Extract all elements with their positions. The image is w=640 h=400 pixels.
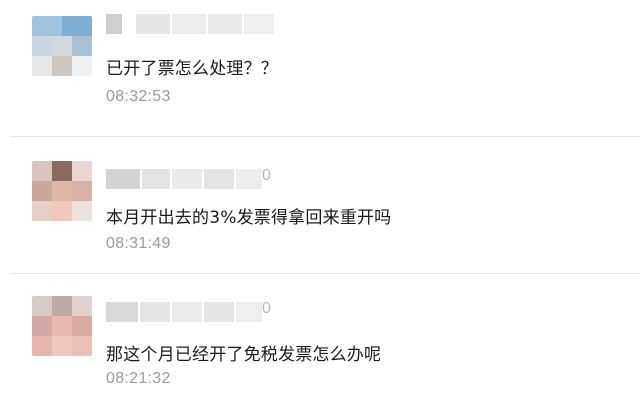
username-redacted [106, 14, 276, 34]
avatar[interactable] [32, 16, 92, 76]
comment-item: 已开了票怎么处理？？ 08:32:53 [0, 0, 640, 136]
username-redacted [106, 302, 276, 322]
comment-message: 那这个月已经开了免税发票怎么办呢 [106, 345, 382, 365]
comment-item: 0 那这个月已经开了免税发票怎么办呢 08:21:32 [0, 274, 640, 400]
comment-list: 已开了票怎么处理？？ 08:32:53 0 本月开出去的3%发票得拿回来重开吗 … [0, 0, 640, 400]
comment-time: 08:32:53 [106, 88, 171, 105]
comment-time: 08:21:32 [106, 370, 171, 387]
avatar[interactable] [32, 161, 92, 221]
comment-item: 0 本月开出去的3%发票得拿回来重开吗 08:31:49 [0, 137, 640, 273]
username-tail: 0 [262, 300, 271, 317]
username-tail: 0 [262, 167, 271, 184]
username-redacted [106, 169, 276, 189]
comment-message: 已开了票怎么处理？？ [106, 59, 278, 79]
comment-time: 08:31:49 [106, 235, 171, 252]
avatar[interactable] [32, 296, 92, 356]
comment-message: 本月开出去的3%发票得拿回来重开吗 [106, 208, 392, 228]
